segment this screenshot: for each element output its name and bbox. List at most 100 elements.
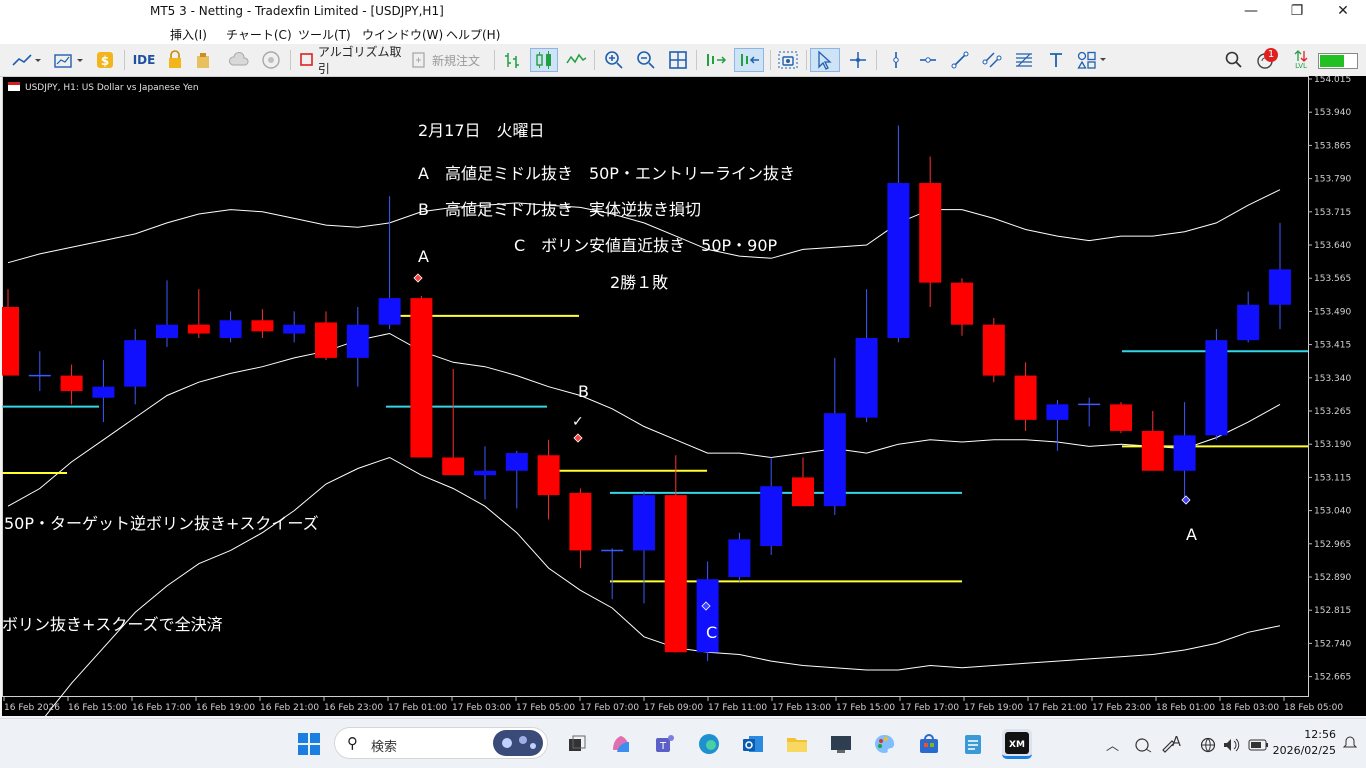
candle-bull[interactable] [378, 298, 401, 325]
candle-bear[interactable] [792, 477, 814, 507]
teams-icon[interactable]: T [650, 729, 680, 759]
candle-bull[interactable] [346, 324, 369, 358]
menu-chart[interactable]: チャート(C) [226, 26, 292, 43]
horizontal-line-icon[interactable] [916, 48, 940, 72]
candle-bear[interactable] [60, 375, 83, 392]
candle-bear[interactable] [2, 306, 19, 376]
minimize-button[interactable]: — [1228, 0, 1274, 24]
candle-bull[interactable] [124, 340, 147, 387]
candle-bull[interactable] [283, 324, 306, 334]
file-explorer-icon[interactable] [782, 729, 812, 759]
candle-bull[interactable] [760, 486, 783, 547]
menu-help[interactable]: ヘルプ(H) [446, 26, 500, 43]
candle-bull[interactable] [728, 539, 751, 577]
candle-bull[interactable] [505, 453, 528, 471]
crosshair-icon[interactable] [846, 48, 870, 72]
volume-icon[interactable] [1222, 737, 1242, 753]
notification-bell-icon[interactable] [1342, 735, 1358, 751]
shapes-icon[interactable] [1074, 48, 1110, 72]
candle-bear[interactable] [537, 455, 560, 496]
chart-type-icon[interactable] [8, 48, 44, 72]
tray-expand-icon[interactable]: ︿ [1106, 735, 1119, 754]
auto-scroll-icon[interactable] [702, 48, 728, 72]
start-icon[interactable] [294, 729, 324, 759]
lock-icon[interactable] [164, 48, 186, 72]
connection-status-bar[interactable] [1318, 53, 1358, 69]
menu-tools[interactable]: ツール(T) [298, 26, 351, 43]
candle-bull[interactable] [1046, 404, 1069, 420]
line-chart-icon[interactable] [564, 48, 588, 72]
screenshot-icon[interactable] [776, 48, 800, 72]
candle-bear[interactable] [1014, 375, 1037, 420]
ime-indicator[interactable]: A [1172, 735, 1181, 750]
market-icon[interactable] [258, 48, 284, 72]
candle-bull[interactable] [92, 386, 115, 398]
chart-shift-icon[interactable] [734, 48, 764, 72]
zoom-out-icon[interactable] [634, 48, 658, 72]
paint-icon[interactable] [870, 729, 900, 759]
tray-network-app-icon[interactable] [1134, 737, 1154, 753]
candle-bull[interactable] [823, 413, 846, 507]
candle-bear[interactable] [1141, 430, 1164, 471]
trendline-icon[interactable] [948, 48, 972, 72]
cursor-icon[interactable] [810, 48, 840, 72]
candle-bull[interactable] [474, 470, 496, 476]
channel-icon[interactable] [980, 48, 1004, 72]
globe-icon[interactable] [1200, 737, 1218, 753]
candle-bear[interactable] [1110, 404, 1132, 431]
price-chart[interactable]: 154.015 153.940 153.865 153.790 153.715 153.6… [2, 76, 1366, 716]
candle-bull[interactable] [1173, 435, 1196, 471]
candle-bear[interactable] [664, 495, 687, 653]
new-order-button[interactable]: 新規注文 [410, 48, 486, 72]
dollar-icon[interactable]: $ [94, 48, 116, 72]
battery-icon[interactable] [1248, 737, 1270, 753]
xm-mt5-icon[interactable]: XM [1002, 729, 1032, 759]
store-icon[interactable] [914, 729, 944, 759]
cloud-icon[interactable] [226, 48, 252, 72]
menu-window[interactable]: ウインドウ(W) [362, 26, 443, 43]
candle-bear[interactable] [982, 324, 1005, 376]
terminal-app-icon[interactable] [826, 729, 856, 759]
timeframes-icon[interactable] [50, 48, 86, 72]
time-label: 16 Feb 21:00 [260, 703, 319, 713]
candle-bear[interactable] [569, 492, 592, 551]
candle-bear[interactable] [919, 183, 942, 283]
vertical-line-icon[interactable] [884, 48, 908, 72]
copilot-icon[interactable] [606, 729, 636, 759]
candle-bear[interactable] [251, 320, 274, 332]
candle-bull[interactable] [887, 183, 910, 338]
task-view-icon[interactable] [562, 729, 592, 759]
candle-bull[interactable] [633, 495, 655, 551]
bar-chart-icon[interactable] [500, 48, 524, 72]
candlestick-icon[interactable] [530, 48, 558, 72]
candle-bear[interactable] [410, 298, 433, 458]
close-button[interactable]: ✕ [1320, 0, 1366, 24]
maximize-button[interactable]: ❐ [1274, 0, 1320, 24]
candle-bull[interactable] [219, 320, 242, 338]
signals-icon[interactable] [192, 48, 214, 72]
fibonacci-icon[interactable] [1012, 48, 1036, 72]
tile-windows-icon[interactable] [666, 48, 690, 72]
clock[interactable]: 12:56 2026/02/25 [1273, 727, 1336, 759]
outlook-icon[interactable] [738, 729, 768, 759]
text-tool-icon[interactable] [1044, 48, 1068, 72]
zoom-in-icon[interactable] [602, 48, 626, 72]
candle-bull[interactable] [156, 324, 178, 338]
candle-bull[interactable] [1269, 269, 1291, 305]
candle-bull[interactable] [1205, 340, 1228, 436]
candle-bear[interactable] [315, 322, 337, 358]
candle-bull[interactable] [855, 337, 878, 418]
candle-bear[interactable] [951, 282, 973, 325]
candle-bull[interactable] [1237, 304, 1260, 341]
search-icon[interactable] [1222, 48, 1246, 72]
taskbar-search[interactable]: ⚲ 検索 [334, 727, 548, 759]
chart-area[interactable]: 154.015 153.940 153.865 153.790 153.715 153.6… [2, 76, 1366, 716]
candle-bear[interactable] [187, 324, 210, 334]
ide-button[interactable]: IDE [130, 48, 158, 72]
candle-bear[interactable] [442, 457, 465, 476]
menu-insert[interactable]: 挿入(I) [170, 26, 207, 43]
level2-icon[interactable]: LVL [1290, 48, 1312, 72]
edge-icon[interactable] [694, 729, 724, 759]
algo-trading-button[interactable]: アルゴリズム取引 [298, 45, 402, 76]
notepad-icon[interactable] [958, 729, 988, 759]
